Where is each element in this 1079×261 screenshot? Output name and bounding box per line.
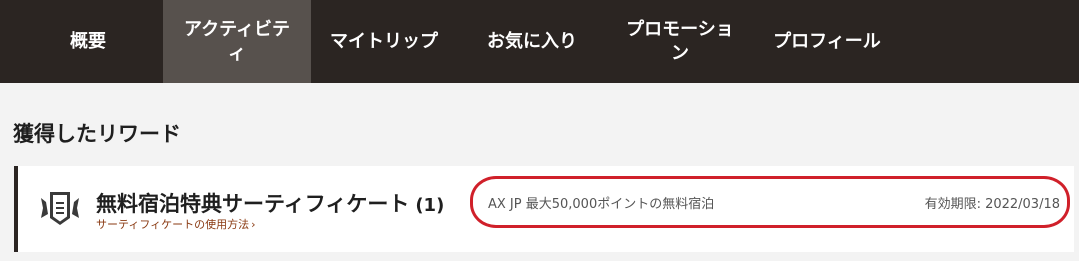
chevron-right-icon: ›: [251, 218, 256, 231]
nav-item-profile[interactable]: プロフィール: [762, 0, 892, 83]
section-title: 獲得したリワード: [13, 122, 181, 146]
nav-item-label: マイトリップ: [330, 30, 438, 52]
expiry-date: 有効期限: 2022/03/18: [925, 193, 1060, 212]
nav-item-favorites[interactable]: お気に入り: [474, 0, 590, 83]
nav-item-my-trips[interactable]: マイトリップ: [320, 0, 448, 83]
nav-item-label: プロフィール: [773, 30, 881, 52]
certificate-howto-link[interactable]: サーティフィケートの使用方法 ›: [96, 216, 256, 232]
nav-item-promotions[interactable]: プロモーショ ン: [612, 0, 748, 83]
nav-item-label: お気に入り: [487, 30, 577, 52]
nav-item-activity[interactable]: アクティビテ ィ: [163, 0, 311, 83]
reward-count: (1): [415, 195, 445, 216]
top-navigation: 概要 アクティビテ ィ マイトリップ お気に入り プロモーショ ン プロフィール: [0, 0, 1079, 83]
howto-link-text: サーティフィケートの使用方法: [96, 218, 250, 231]
nav-item-label-line1: プロモーショ: [626, 18, 734, 40]
reward-title-text: 無料宿泊特典サーティフィケート: [96, 192, 410, 216]
nav-item-overview[interactable]: 概要: [38, 0, 138, 83]
nav-item-label-line2: ィ: [228, 42, 246, 64]
certificate-badge-icon: [41, 192, 79, 225]
expiry-value: 2022/03/18: [985, 197, 1060, 212]
nav-item-label-line2: ン: [670, 42, 689, 64]
reward-title: 無料宿泊特典サーティフィケート (1): [96, 188, 444, 218]
nav-item-label-line1: アクティビテ: [183, 18, 291, 40]
expiry-label: 有効期限:: [924, 197, 982, 212]
reward-description: AX JP 最大50,000ポイントの無料宿泊: [488, 197, 715, 212]
nav-item-label: 概要: [70, 30, 106, 52]
